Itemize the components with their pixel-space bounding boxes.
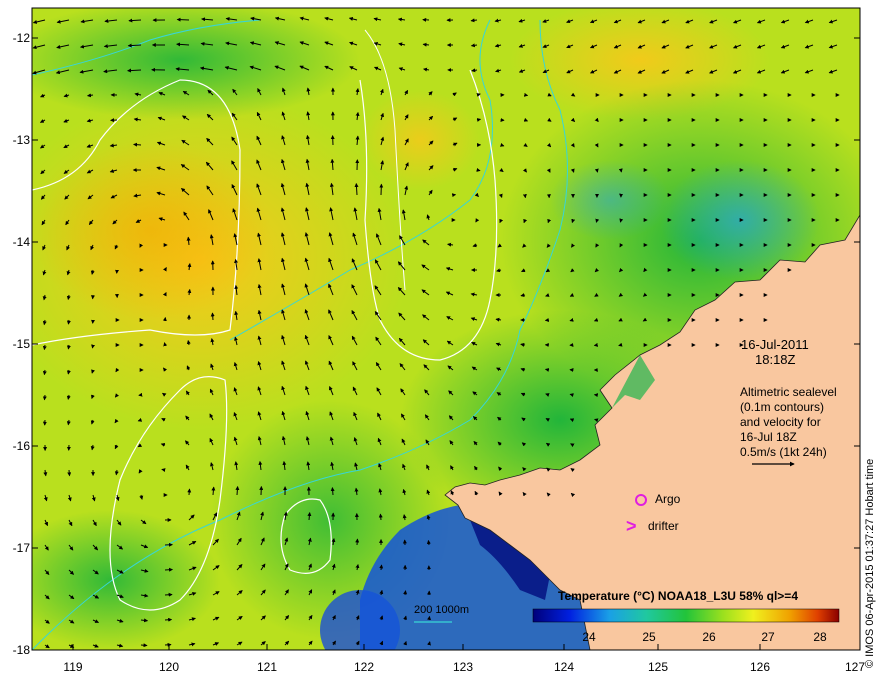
- lat-label: -14: [12, 235, 30, 249]
- lat-label: -17: [12, 541, 30, 555]
- velocity-arrow: [426, 539, 431, 546]
- velocity-arrow: [378, 513, 383, 521]
- lat-label: -13: [12, 133, 30, 147]
- lon-label: 123: [452, 660, 474, 674]
- legend-line: Altimetric sealevel: [740, 385, 837, 399]
- lon-label: 125: [647, 660, 669, 674]
- velocity-arrow: [42, 344, 47, 351]
- credit-text: © IMOS 06-Apr-2015 01:37:27 Hobart time: [864, 458, 876, 668]
- velocity-arrow: [476, 118, 482, 122]
- colorbar-title: Temperature (°C) NOAA18_L3U 58% ql>=4: [558, 589, 798, 603]
- warm-water-patch: [360, 90, 480, 190]
- colorbar-tick: 26: [702, 630, 716, 644]
- velocity-arrow: [91, 344, 96, 349]
- cool-water-patch: [550, 160, 670, 240]
- lat-label: -16: [12, 439, 30, 453]
- map-time: 18:18Z: [755, 352, 796, 367]
- legend-line: 0.5m/s (1kt 24h): [740, 445, 827, 459]
- argo-label: Argo: [655, 492, 681, 506]
- velocity-arrow: [161, 468, 166, 472]
- lon-label: 126: [749, 660, 771, 674]
- lon-label: 121: [256, 660, 278, 674]
- drifter-label: drifter: [648, 519, 679, 533]
- velocity-arrow: [618, 342, 623, 347]
- map-date: 16-Jul-2011: [741, 337, 809, 352]
- velocity-arrow: [66, 419, 71, 426]
- velocity-arrow: [140, 643, 148, 648]
- velocity-arrow: [133, 142, 142, 147]
- velocity-arrow: [520, 342, 526, 347]
- velocity-arrow: [42, 394, 47, 401]
- velocity-arrow: [330, 487, 335, 496]
- drifter-marker: >: [626, 516, 637, 536]
- lon-label: 120: [158, 660, 180, 674]
- lon-label: 122: [353, 660, 375, 674]
- depth-legend-label: 200 1000m: [414, 604, 470, 616]
- lon-label: 119: [63, 660, 83, 674]
- lon-label: 124: [553, 660, 575, 674]
- velocity-arrow: [235, 485, 240, 496]
- velocity-arrow: [67, 469, 72, 477]
- velocity-arrow: [476, 167, 481, 172]
- velocity-arrow: [379, 564, 384, 571]
- velocity-arrow: [544, 368, 550, 372]
- velocity-arrow: [595, 218, 600, 223]
- velocity-arrow: [594, 168, 599, 173]
- velocity-arrow: [427, 615, 432, 621]
- colorbar: [532, 608, 840, 623]
- lat-label: -15: [12, 337, 30, 351]
- lat-label: -12: [12, 31, 30, 45]
- velocity-arrow: [42, 369, 47, 376]
- colorbar-tick: 24: [582, 630, 596, 644]
- velocity-arrow: [422, 42, 430, 47]
- velocity-arrow: [187, 488, 192, 496]
- velocity-arrow: [210, 312, 215, 321]
- velocity-arrow: [66, 344, 71, 350]
- velocity-arrow: [594, 418, 599, 423]
- cool-water-patch: [32, 8, 360, 120]
- colorbar-tick: 25: [642, 630, 656, 644]
- colorbar-tick: 27: [761, 630, 775, 644]
- velocity-arrow: [619, 218, 624, 223]
- legend-line: (0.1m contours): [740, 400, 825, 414]
- velocity-arrow: [569, 393, 574, 398]
- lat-label: -18: [12, 643, 30, 657]
- velocity-arrow: [66, 319, 71, 325]
- cool-water-patch: [32, 510, 220, 650]
- colorbar-tick: 28: [813, 630, 827, 644]
- velocity-arrow: [570, 168, 575, 173]
- legend-line: and velocity for: [740, 415, 821, 429]
- velocity-arrow: [307, 511, 312, 521]
- legend-line: 16-Jul 18Z: [740, 430, 797, 444]
- velocity-arrow: [354, 182, 359, 196]
- velocity-arrow: [403, 590, 408, 596]
- velocity-arrow: [163, 342, 168, 347]
